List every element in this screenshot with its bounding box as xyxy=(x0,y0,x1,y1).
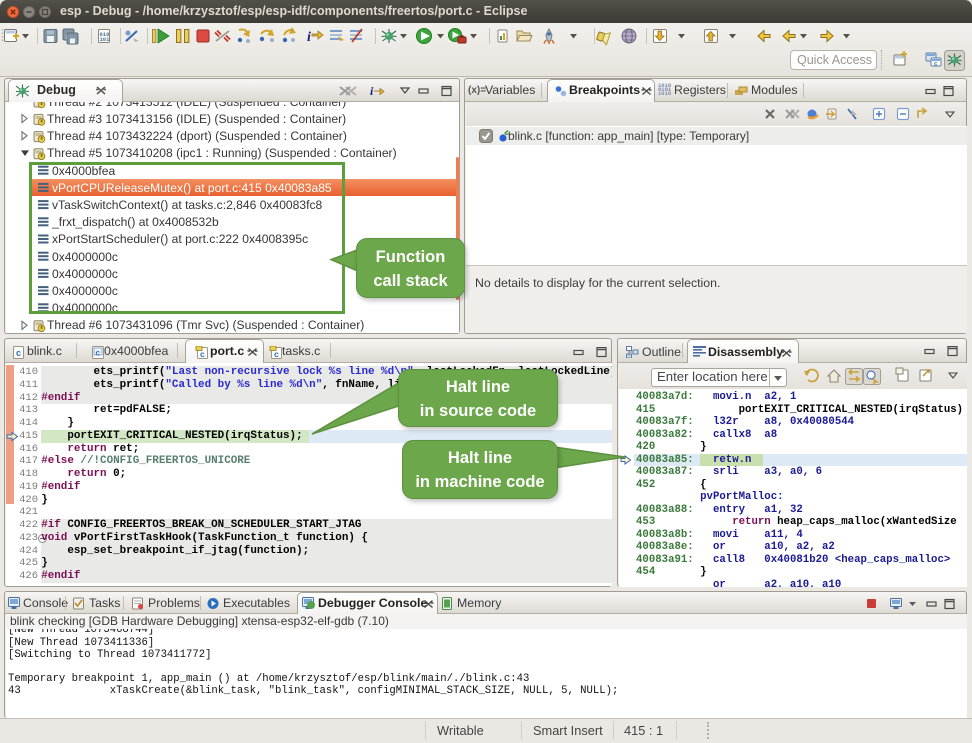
svg-text:i: i xyxy=(370,85,374,97)
svg-text:c: c xyxy=(16,348,21,358)
svg-text:101: 101 xyxy=(100,36,111,43)
svg-text:i: i xyxy=(307,30,311,45)
